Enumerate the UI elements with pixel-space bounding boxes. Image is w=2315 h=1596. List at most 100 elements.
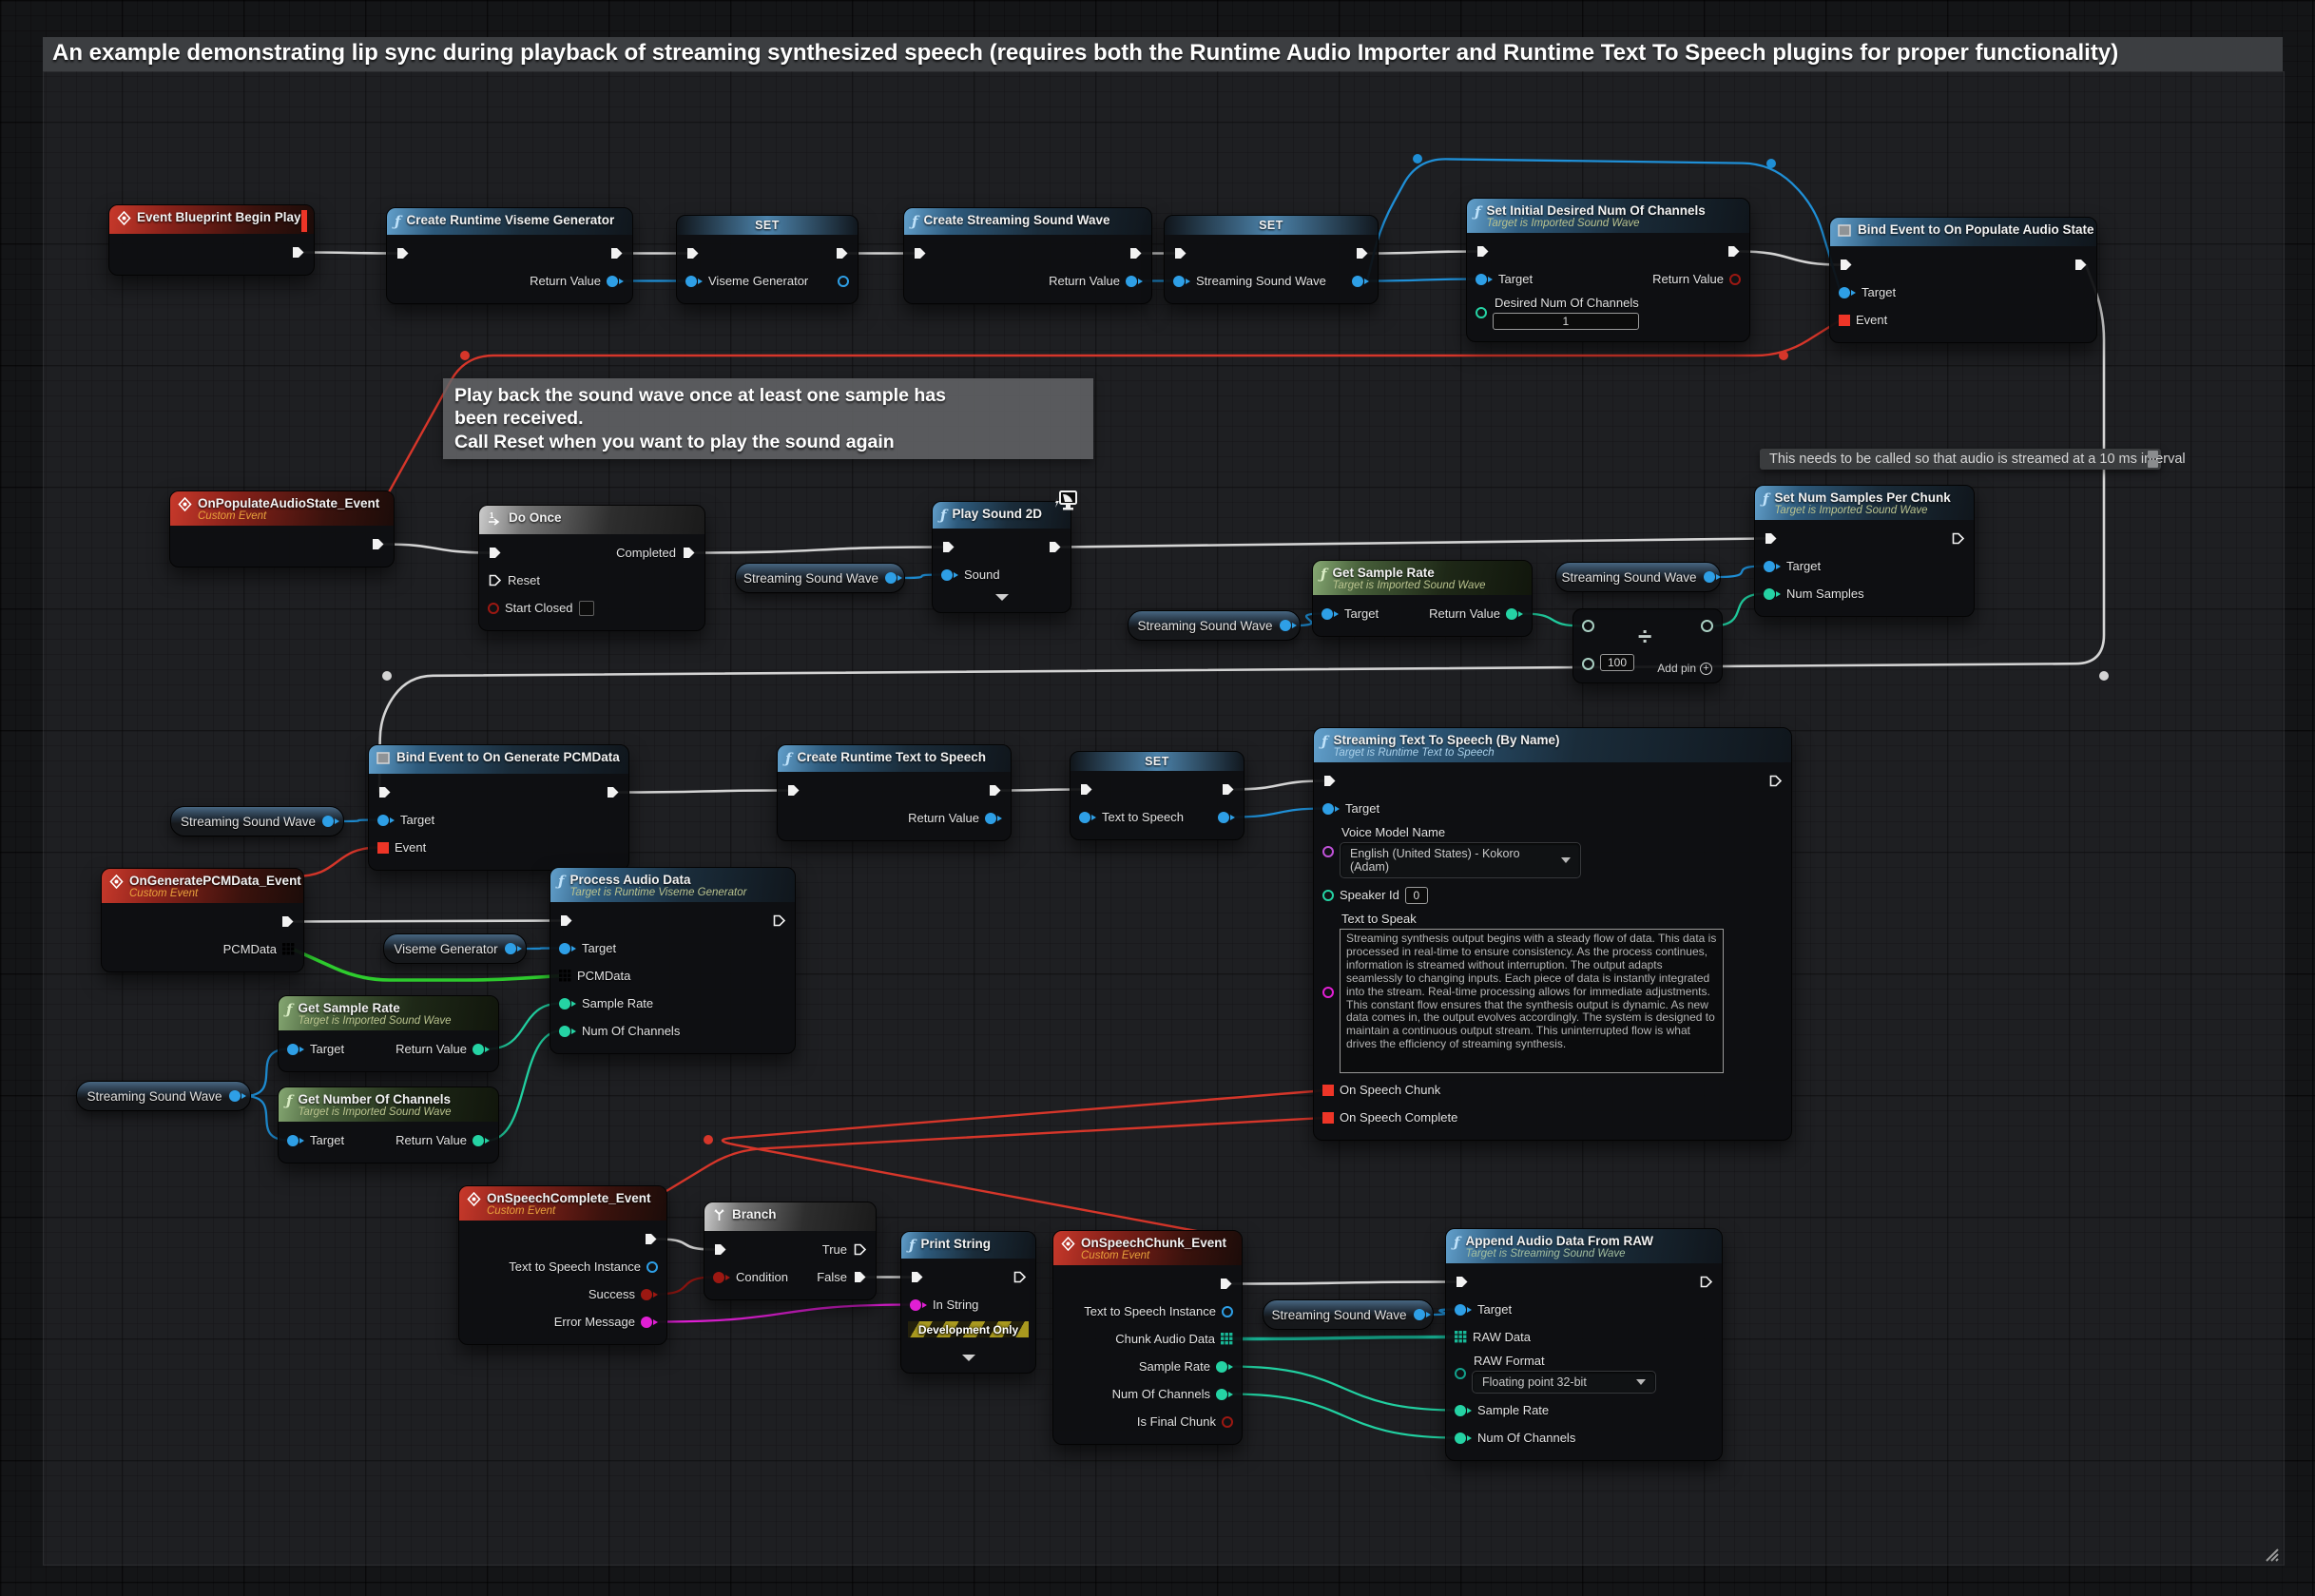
reroute-dot[interactable]: [460, 351, 470, 360]
pin-start-closed[interactable]: [488, 603, 499, 614]
pin-num-of-channels[interactable]: [1455, 1433, 1472, 1444]
variable-pill-viseme-generator[interactable]: Viseme Generator: [383, 933, 527, 964]
pin-in-string[interactable]: [910, 1299, 927, 1311]
pin-e0out[interactable]: [1048, 540, 1062, 554]
pin-divisor[interactable]: [1582, 658, 1594, 670]
node-event-blueprint-begin-play[interactable]: Event Blueprint Begin Play: [108, 204, 315, 276]
node-branch[interactable]: BranchTrueConditionFalse: [704, 1202, 877, 1300]
pin-text-to-speech-instance[interactable]: [646, 1261, 658, 1273]
pin-sample-rate[interactable]: [1216, 1361, 1233, 1373]
pin-e0out[interactable]: [1727, 244, 1741, 259]
pin-e0in[interactable]: [1764, 531, 1778, 546]
pin-e0out[interactable]: [1219, 1277, 1233, 1291]
node-set[interactable]: SETViseme Generator: [676, 215, 858, 304]
pin-dividend[interactable]: [1582, 620, 1594, 632]
pin-e0in[interactable]: [1079, 782, 1093, 797]
node-print-string[interactable]: ƒPrint StringIn StringDevelopment Only: [900, 1231, 1036, 1374]
pin-e0out[interactable]: [1013, 1270, 1027, 1284]
wire-o-19[interactable]: [1367, 279, 1477, 281]
wire-x-5[interactable]: [1739, 252, 1841, 265]
pin-target[interactable]: [559, 943, 576, 954]
node-create-streaming-sound-wave[interactable]: ƒCreate Streaming Sound WaveReturn Value: [903, 207, 1152, 304]
node-header[interactable]: SET: [677, 216, 858, 235]
value-box[interactable]: 1: [1493, 313, 1639, 330]
pin-target[interactable]: [287, 1135, 304, 1146]
pin-e0in[interactable]: [713, 1242, 727, 1257]
pin-sound[interactable]: [941, 569, 958, 581]
pin-condition[interactable]: [713, 1272, 730, 1283]
pin-num[interactable]: [1476, 307, 1487, 318]
pin-e0in[interactable]: [910, 1270, 924, 1284]
node-header[interactable]: OnPopulateAudioState_EventCustom Event: [170, 491, 394, 526]
pin-out[interactable]: [1280, 620, 1297, 631]
pin-e0out[interactable]: [644, 1232, 658, 1246]
node-header[interactable]: ƒProcess Audio DataTarget is Runtime Vis…: [550, 868, 795, 902]
pin-vmn[interactable]: [1322, 846, 1334, 857]
node-header[interactable]: ƒCreate Streaming Sound Wave: [904, 208, 1151, 235]
node-set[interactable]: SETText to Speech: [1070, 751, 1244, 840]
text-area[interactable]: Streaming synthesis output begins with a…: [1340, 929, 1724, 1073]
pin-e0in[interactable]: [1322, 774, 1337, 788]
wire-x-12[interactable]: [1233, 781, 1324, 790]
wire-d-39[interactable]: [295, 848, 379, 877]
pin-return-value[interactable]: [1506, 608, 1523, 620]
pin-e0out[interactable]: [1699, 1275, 1713, 1289]
variable-pill-streaming-sound-wave[interactable]: Streaming Sound Wave: [1128, 610, 1301, 641]
node-header[interactable]: ƒGet Number Of ChannelsTarget is Importe…: [279, 1087, 498, 1122]
node-header[interactable]: OnGeneratePCMData_EventCustom Event: [102, 869, 303, 903]
pin-e0out[interactable]: [988, 783, 1002, 798]
pin-e0out[interactable]: [606, 785, 620, 799]
pin-pcmdata[interactable]: [559, 970, 571, 982]
expand-chevron-icon[interactable]: [995, 594, 1009, 601]
node-header[interactable]: OnSpeechChunk_EventCustom Event: [1053, 1231, 1242, 1265]
pin-num-samples[interactable]: [1764, 588, 1781, 600]
pin-streaming-sound-wave[interactable]: [1173, 276, 1190, 287]
add-pin-button[interactable]: Add pin+: [1657, 662, 1712, 675]
pin-e0out[interactable]: [291, 245, 305, 260]
blueprint-graph-canvas[interactable]: An example demonstrating lip sync during…: [0, 0, 2315, 1596]
dropdown[interactable]: English (United States) - Kokoro (Adam): [1340, 842, 1581, 878]
pin-return-value[interactable]: [1729, 274, 1741, 285]
pin-out[interactable]: [322, 816, 339, 827]
pin-reset[interactable]: [488, 573, 502, 587]
node-header[interactable]: ƒGet Sample RateTarget is Imported Sound…: [1313, 561, 1532, 595]
node-get-number-of-channels[interactable]: ƒGet Number Of ChannelsTarget is Importe…: [278, 1086, 499, 1163]
pin-speaker-id[interactable]: [1322, 890, 1334, 901]
pin-return-value[interactable]: [607, 276, 624, 287]
pin-target[interactable]: [1764, 561, 1781, 572]
pin-out[interactable]: [229, 1090, 246, 1102]
pin-text-to-speech[interactable]: [1079, 812, 1096, 823]
wire-o-26[interactable]: [1233, 809, 1324, 817]
node-[interactable]: 100÷Add pin+: [1572, 608, 1723, 683]
wire-x-7[interactable]: [383, 545, 490, 553]
pin-sample-rate[interactable]: [559, 998, 576, 1010]
pin-sample-rate[interactable]: [1455, 1405, 1472, 1416]
node-get-sample-rate[interactable]: ƒGet Sample RateTarget is Imported Sound…: [1312, 560, 1533, 637]
node-set-initial-desired-num-of-channels[interactable]: ƒSet Initial Desired Num Of ChannelsTarg…: [1466, 198, 1750, 342]
pin-txt[interactable]: [1322, 987, 1334, 998]
pin-target[interactable]: [287, 1044, 304, 1055]
pin-on-speech-chunk[interactable]: [1322, 1085, 1334, 1096]
pin-e0out[interactable]: [1355, 246, 1369, 260]
pin-e0in[interactable]: [941, 540, 955, 554]
pin-on-speech-complete[interactable]: [1322, 1112, 1334, 1124]
wire-x-10[interactable]: [618, 791, 788, 793]
node-header[interactable]: SET: [1165, 216, 1378, 235]
wire-x-8[interactable]: [694, 548, 943, 553]
wire-at-36[interactable]: [1231, 1337, 1457, 1339]
node-header[interactable]: Bind Event to On Generate PCMData: [369, 745, 628, 774]
pin-num-of-channels[interactable]: [1216, 1389, 1233, 1400]
pin-target[interactable]: [1476, 274, 1493, 285]
node-header[interactable]: Bind Event to On Populate Audio State: [1830, 218, 2096, 246]
node-append-audio-data-from-raw[interactable]: ƒAppend Audio Data From RAWTarget is Str…: [1445, 1228, 1723, 1461]
node-header[interactable]: ƒAppend Audio Data From RAWTarget is Str…: [1446, 1229, 1722, 1263]
pin-num-of-channels[interactable]: [559, 1026, 576, 1037]
pin-tooltip-icon[interactable]: [2148, 451, 2158, 458]
pin-target[interactable]: [1839, 287, 1856, 298]
variable-pill-streaming-sound-wave[interactable]: Streaming Sound Wave: [76, 1081, 251, 1111]
pin-target[interactable]: [1322, 803, 1340, 815]
reroute-dot[interactable]: [1413, 154, 1422, 163]
bubble-tooltip-icon[interactable]: [2148, 460, 2158, 468]
pin-event[interactable]: [377, 842, 389, 854]
pin-completed[interactable]: [682, 546, 696, 560]
